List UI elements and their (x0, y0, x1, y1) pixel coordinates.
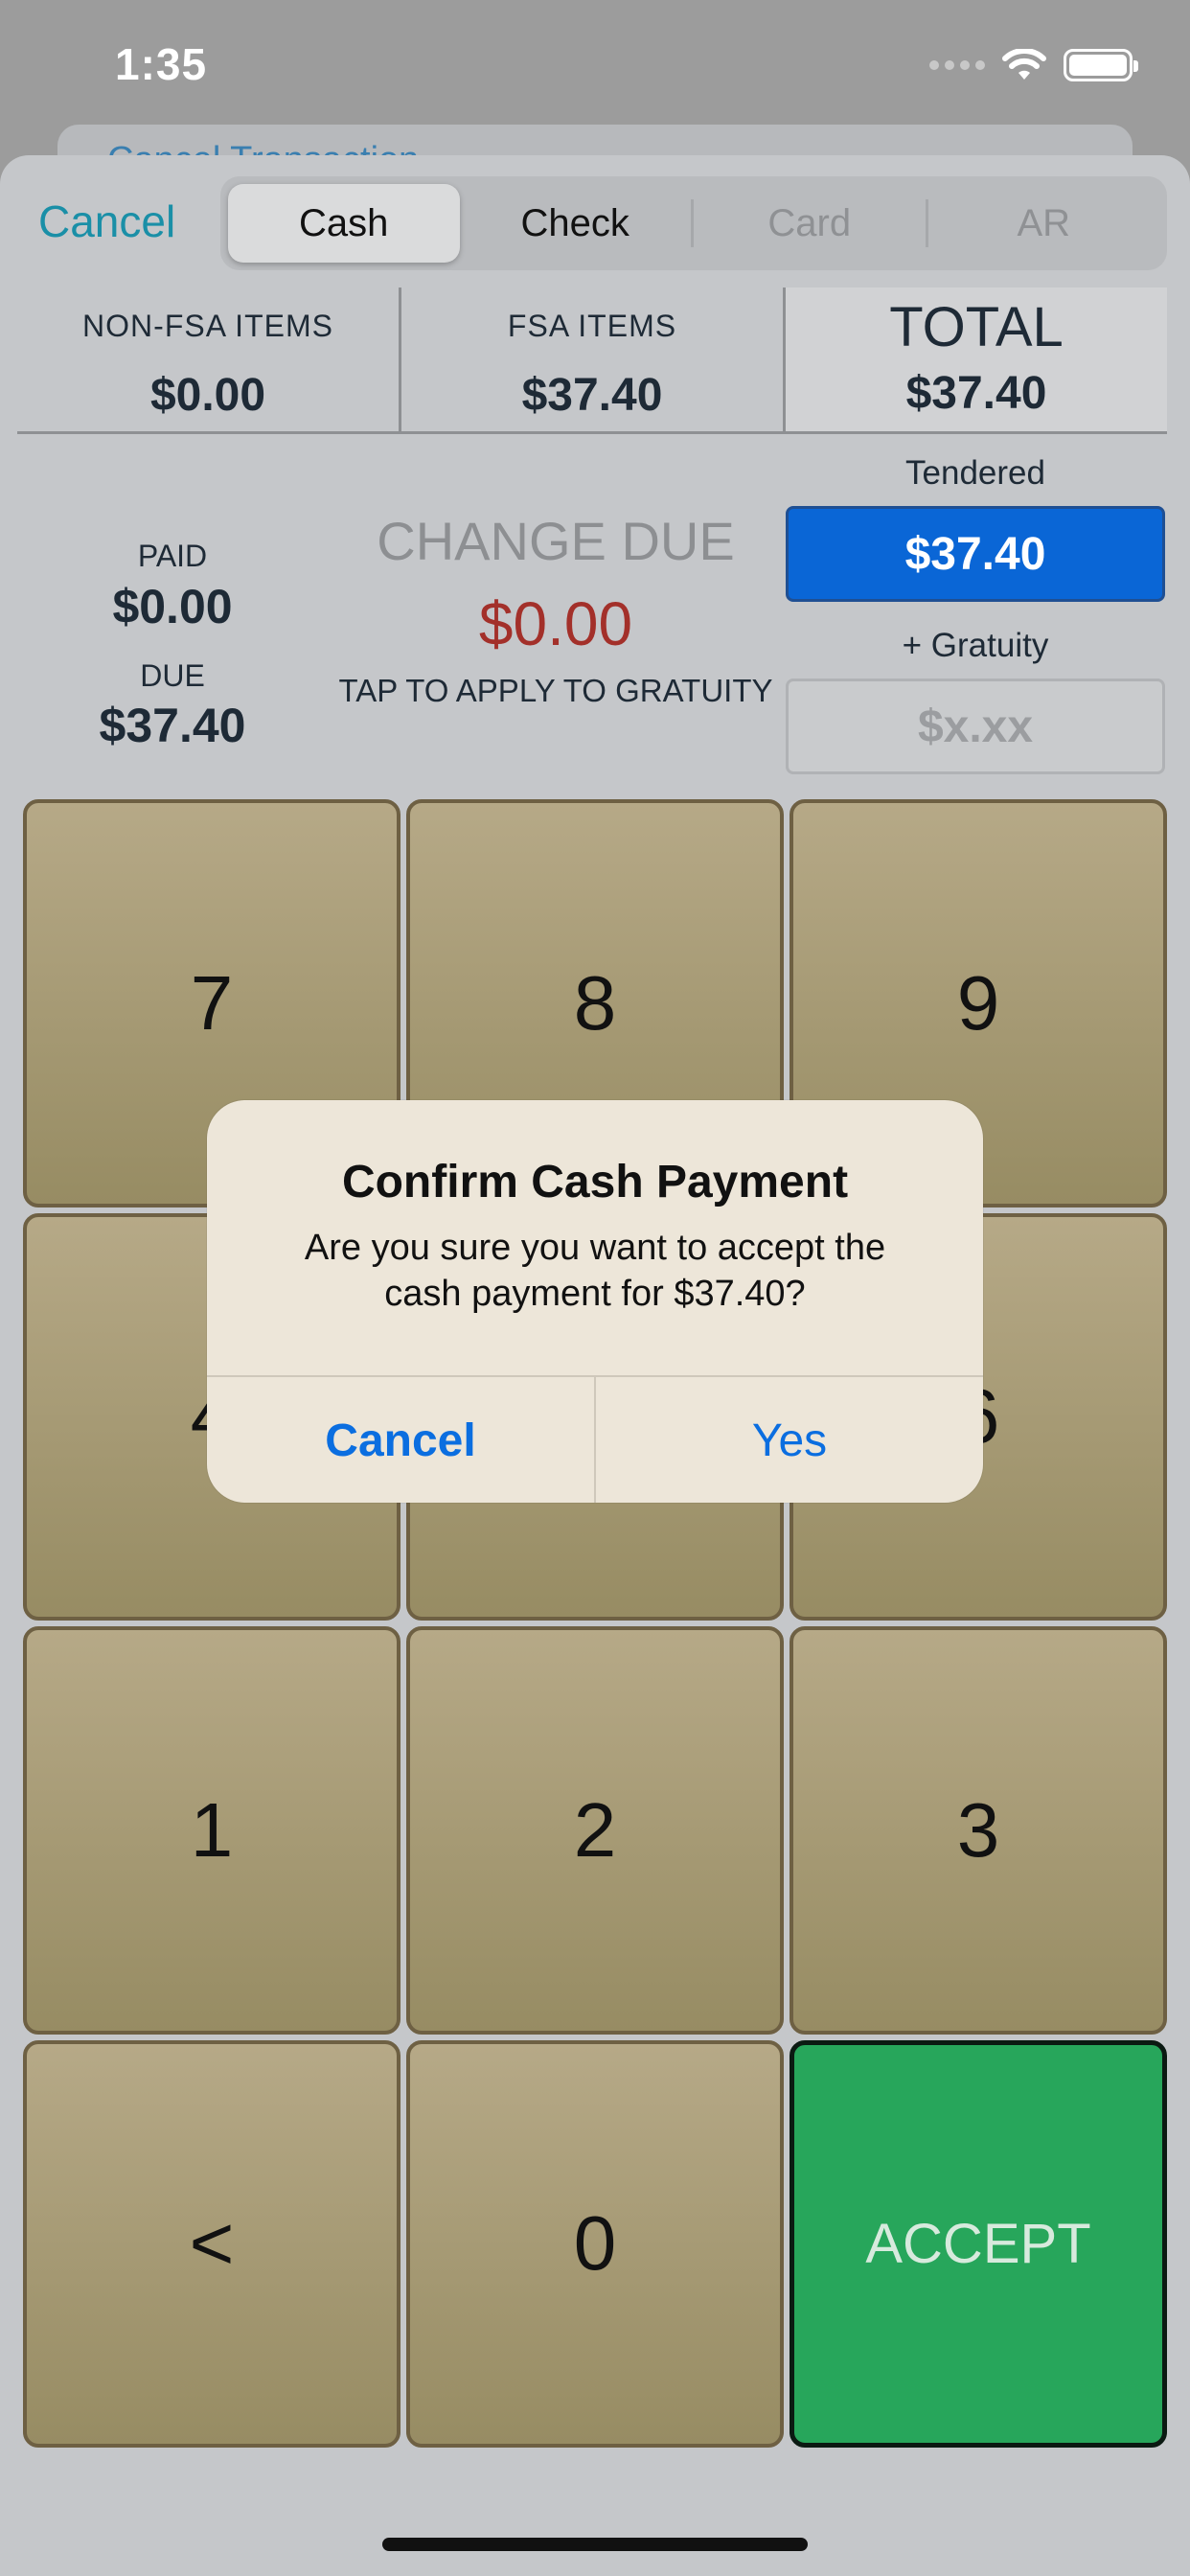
confirm-dialog: Confirm Cash Payment Are you sure you wa… (207, 1100, 983, 1503)
dialog-cancel-button[interactable]: Cancel (207, 1377, 594, 1503)
dialog-title: Confirm Cash Payment (341, 1157, 849, 1208)
home-indicator[interactable] (382, 2538, 808, 2551)
dialog-message: Are you sure you want to accept the cash… (304, 1228, 886, 1314)
dialog-yes-button[interactable]: Yes (594, 1377, 983, 1503)
dialog-overlay: Confirm Cash Payment Are you sure you wa… (0, 0, 1190, 2576)
dialog-button-row: Cancel Yes (207, 1375, 983, 1503)
